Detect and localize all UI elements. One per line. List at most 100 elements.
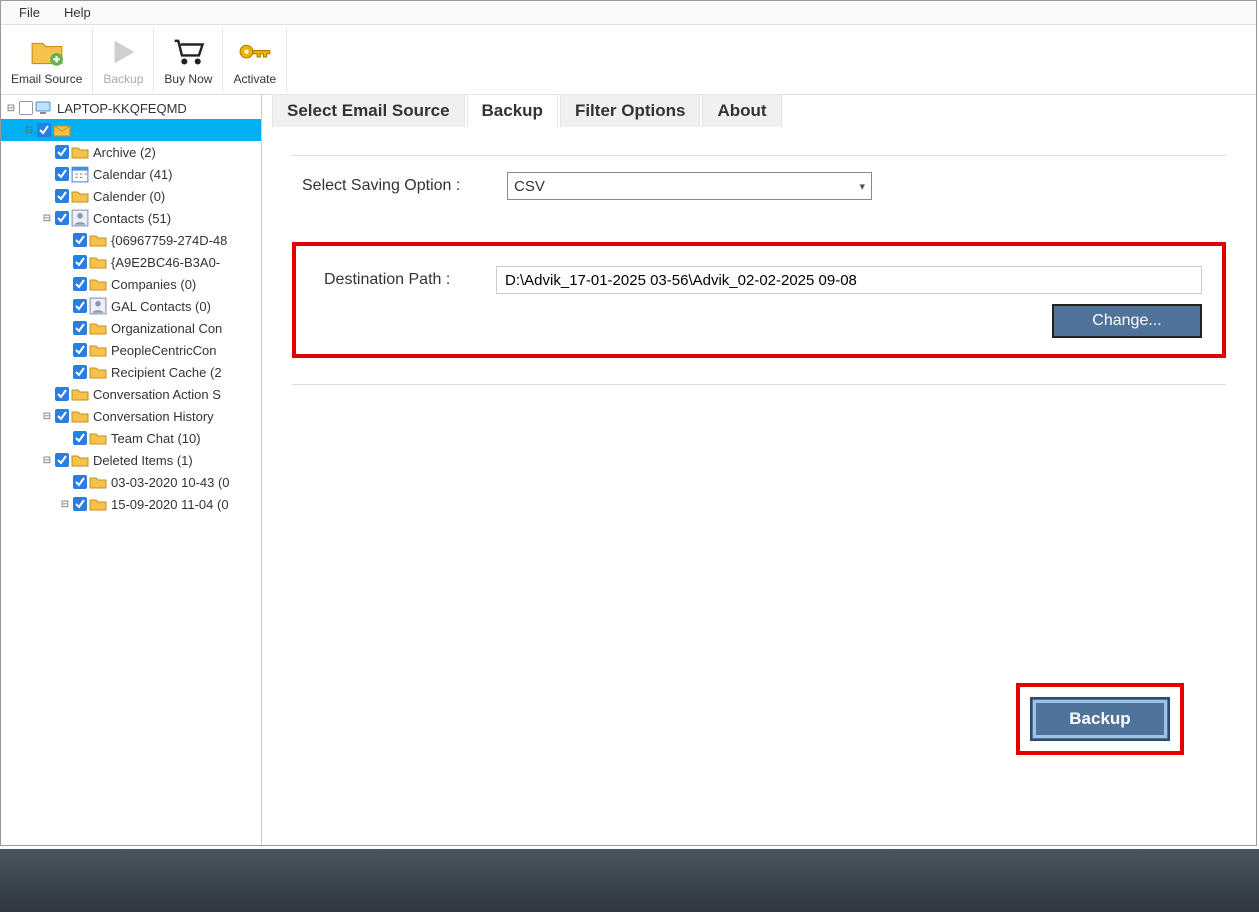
tree-checkbox[interactable]: [73, 277, 87, 291]
mailbox-icon: [53, 122, 71, 138]
tree-node[interactable]: {06967759-274D-48: [1, 229, 261, 251]
tree-checkbox[interactable]: [55, 211, 69, 225]
tree-checkbox[interactable]: [73, 255, 87, 269]
tree-node[interactable]: ⊟ LAPTOP-KKQFEQMD: [1, 97, 261, 119]
collapse-icon[interactable]: ⊟: [41, 410, 53, 422]
collapse-icon[interactable]: ⊟: [59, 498, 71, 510]
tree-node[interactable]: Conversation Action S: [1, 383, 261, 405]
tree-checkbox[interactable]: [73, 233, 87, 247]
folder-plus-icon: [30, 34, 64, 70]
tree-checkbox[interactable]: [37, 123, 51, 137]
tree-checkbox[interactable]: [55, 167, 69, 181]
tree-checkbox[interactable]: [73, 299, 87, 313]
tree-line-icon: [41, 168, 53, 180]
tree-node[interactable]: Calender (0): [1, 185, 261, 207]
tree-node-label: Recipient Cache (2: [109, 365, 222, 380]
toolbar-label: Email Source: [11, 72, 82, 86]
tree-node[interactable]: GAL Contacts (0): [1, 295, 261, 317]
tree-node-label: Calender (0): [91, 189, 165, 204]
tree-node-label: Team Chat (10): [109, 431, 201, 446]
collapse-icon[interactable]: ⊟: [23, 124, 35, 136]
tree-line-icon: [59, 278, 71, 290]
tree-line-icon: [59, 300, 71, 312]
tree-node[interactable]: ⊟Conversation History: [1, 405, 261, 427]
tree-checkbox[interactable]: [73, 321, 87, 335]
destination-path-label: Destination Path :: [316, 271, 496, 289]
tree-checkbox[interactable]: [73, 475, 87, 489]
tree-line-icon: [59, 256, 71, 268]
tree-node-label: 15-09-2020 11-04 (0: [109, 497, 229, 512]
toolbar-email-source[interactable]: Email Source: [1, 27, 93, 93]
folder-tree[interactable]: ⊟ LAPTOP-KKQFEQMD ⊟ Archive (2)Calendar (4…: [1, 95, 262, 845]
menu-file[interactable]: File: [7, 3, 52, 22]
tree-node-label: Conversation Action S: [91, 387, 221, 402]
tree-checkbox[interactable]: [55, 387, 69, 401]
tree-node[interactable]: ⊟: [1, 119, 261, 141]
tree-checkbox[interactable]: [73, 431, 87, 445]
tree-checkbox[interactable]: [55, 189, 69, 203]
saving-option-select[interactable]: CSV ▾: [507, 172, 872, 200]
tree-node-label: LAPTOP-KKQFEQMD: [55, 101, 187, 116]
collapse-icon[interactable]: ⊟: [41, 212, 53, 224]
folder-icon: [71, 386, 89, 402]
tree-checkbox[interactable]: [73, 497, 87, 511]
tree-node[interactable]: Companies (0): [1, 273, 261, 295]
tree-node-label: {06967759-274D-48: [109, 233, 227, 248]
tab-select-email-source[interactable]: Select Email Source: [272, 94, 465, 127]
folder-icon: [89, 342, 107, 358]
tree-checkbox[interactable]: [55, 453, 69, 467]
chevron-down-icon: ▾: [859, 180, 865, 193]
tab-about[interactable]: About: [702, 94, 781, 127]
menu-help[interactable]: Help: [52, 3, 103, 22]
divider: [292, 384, 1226, 385]
collapse-icon[interactable]: ⊟: [5, 102, 17, 114]
tree-node[interactable]: {A9E2BC46-B3A0-: [1, 251, 261, 273]
tree-node-label: PeopleCentricCon: [109, 343, 217, 358]
tree-checkbox[interactable]: [19, 101, 33, 115]
toolbar-activate[interactable]: Activate: [223, 27, 287, 93]
tree-node[interactable]: ⊟ 15-09-2020 11-04 (0: [1, 493, 261, 515]
collapse-icon[interactable]: ⊟: [41, 454, 53, 466]
destination-path-input[interactable]: [496, 266, 1202, 294]
tree-node[interactable]: ⊟ Deleted Items (1): [1, 449, 261, 471]
tree-node[interactable]: 03-03-2020 10-43 (0: [1, 471, 261, 493]
folder-icon: [89, 496, 107, 512]
tree-checkbox[interactable]: [55, 145, 69, 159]
tree-node[interactable]: Archive (2): [1, 141, 261, 163]
toolbar: Email Source Backup Buy Now Activate: [1, 25, 1256, 95]
tree-checkbox[interactable]: [55, 409, 69, 423]
change-button[interactable]: Change...: [1052, 304, 1202, 338]
taskbar: [0, 849, 1259, 912]
tree-checkbox[interactable]: [73, 365, 87, 379]
folder-icon: [89, 276, 107, 292]
menubar: File Help: [1, 1, 1256, 25]
tab-filter-options[interactable]: Filter Options: [560, 94, 701, 127]
folder-icon: [89, 254, 107, 270]
tab-backup[interactable]: Backup: [467, 94, 558, 127]
tree-line-icon: [41, 146, 53, 158]
folder-icon: [89, 474, 107, 490]
folder-icon: [89, 364, 107, 380]
tree-line-icon: [41, 190, 53, 202]
tree-node[interactable]: ⊟Contacts (51): [1, 207, 261, 229]
tree-node[interactable]: Organizational Con: [1, 317, 261, 339]
tree-line-icon: [59, 322, 71, 334]
contacts-icon: [71, 210, 89, 226]
toolbar-label: Buy Now: [164, 72, 212, 86]
backup-button[interactable]: Backup: [1030, 697, 1170, 741]
tree-node[interactable]: Team Chat (10): [1, 427, 261, 449]
tree-node[interactable]: Recipient Cache (2: [1, 361, 261, 383]
tree-node-label: Deleted Items (1): [91, 453, 193, 468]
tree-node[interactable]: PeopleCentricCon: [1, 339, 261, 361]
tree-line-icon: [59, 234, 71, 246]
divider: [292, 155, 1226, 156]
toolbar-buy-now[interactable]: Buy Now: [154, 27, 223, 93]
tree-node[interactable]: Calendar (41): [1, 163, 261, 185]
toolbar-backup: Backup: [93, 27, 154, 93]
folder-icon: [71, 144, 89, 160]
folder-icon: [71, 408, 89, 424]
computer-icon: [35, 100, 53, 116]
play-icon: [106, 34, 140, 70]
tree-checkbox[interactable]: [73, 343, 87, 357]
folder-icon: [89, 320, 107, 336]
